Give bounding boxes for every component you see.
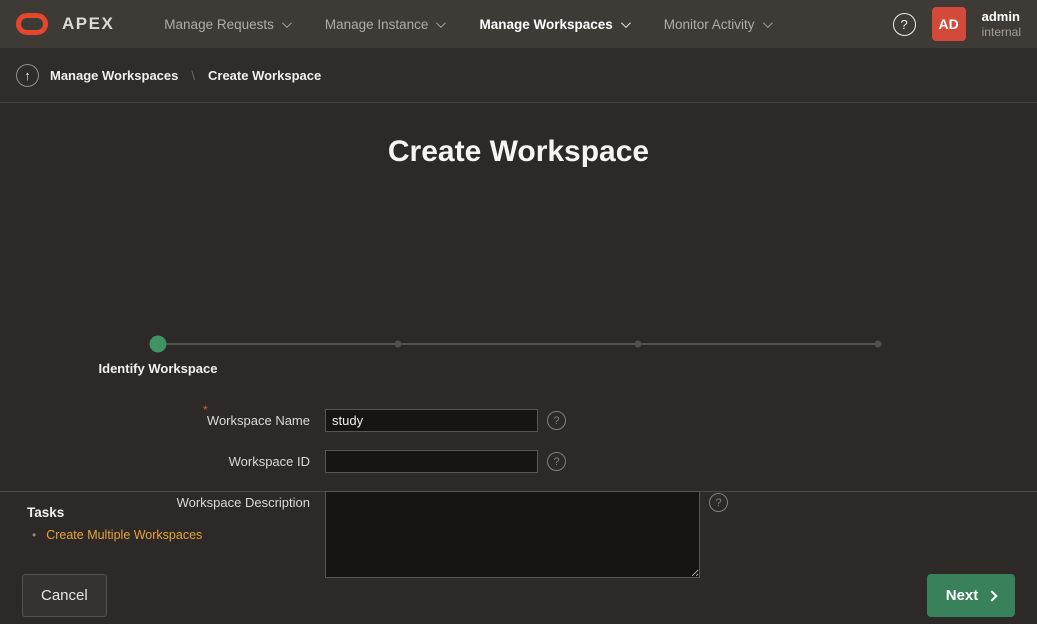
wizard-step-2 xyxy=(394,341,401,348)
top-navbar: APEX Manage Requests Manage Instance Man… xyxy=(0,0,1037,48)
workspace-description-help-icon[interactable]: ? xyxy=(709,493,728,512)
apex-brand[interactable]: APEX xyxy=(16,13,114,35)
breadcrumb: ↑ Manage Workspaces \ Create Workspace xyxy=(0,48,1037,103)
nav-item-label: Monitor Activity xyxy=(664,17,755,32)
nav-item-label: Manage Instance xyxy=(325,17,429,32)
required-marker: * xyxy=(203,403,208,417)
oracle-logo-icon xyxy=(16,13,48,35)
wizard-step-1-current xyxy=(150,336,167,353)
workspace-description-label: Workspace Description xyxy=(177,495,310,510)
user-meta: admin internal xyxy=(982,9,1021,39)
nav-item-manage-workspaces[interactable]: Manage Workspaces xyxy=(461,0,645,48)
brand-label: APEX xyxy=(62,14,114,34)
breadcrumb-parent[interactable]: Manage Workspaces xyxy=(50,68,178,83)
workspace-name-input[interactable] xyxy=(325,409,538,432)
workspace-description-label-cell: Workspace Description xyxy=(0,491,310,510)
wizard-step-3 xyxy=(634,341,641,348)
user-name: admin xyxy=(982,9,1021,25)
breadcrumb-separator: \ xyxy=(191,68,195,83)
chevron-down-icon xyxy=(621,18,631,28)
workspace-name-label-cell: * Workspace Name xyxy=(0,409,310,428)
nav-item-monitor-activity[interactable]: Monitor Activity xyxy=(646,0,788,48)
nav-item-label: Manage Requests xyxy=(164,17,274,32)
chevron-down-icon xyxy=(282,18,292,28)
navbar-right: ? AD admin internal xyxy=(893,7,1021,41)
user-context: internal xyxy=(982,25,1021,39)
workspace-name-help-icon[interactable]: ? xyxy=(547,411,566,430)
chevron-down-icon xyxy=(436,18,446,28)
form-row-workspace-id: Workspace ID ? xyxy=(0,450,1037,473)
breadcrumb-current: Create Workspace xyxy=(208,68,321,83)
chevron-down-icon xyxy=(763,18,773,28)
main-content: Create Workspace Identify Workspace * Wo… xyxy=(0,103,1037,491)
workspace-id-input[interactable] xyxy=(325,450,538,473)
form-row-workspace-name: * Workspace Name ? xyxy=(0,409,1037,432)
nav-item-manage-requests[interactable]: Manage Requests xyxy=(146,0,307,48)
nav-item-manage-instance[interactable]: Manage Instance xyxy=(307,0,462,48)
help-glyph: ? xyxy=(553,415,559,427)
help-glyph: ? xyxy=(715,497,721,509)
help-glyph: ? xyxy=(553,456,559,468)
up-arrow-icon[interactable]: ↑ xyxy=(16,64,39,87)
wizard-step-4 xyxy=(875,341,882,348)
workspace-name-label: Workspace Name xyxy=(207,413,310,428)
wizard-progress: Identify Workspace xyxy=(158,343,878,389)
help-icon[interactable]: ? xyxy=(893,13,916,36)
nav-item-label: Manage Workspaces xyxy=(479,17,612,32)
workspace-id-help-icon[interactable]: ? xyxy=(547,452,566,471)
workspace-id-label: Workspace ID xyxy=(229,454,310,469)
wizard-step-label: Identify Workspace xyxy=(99,361,218,376)
avatar[interactable]: AD xyxy=(932,7,966,41)
avatar-initials: AD xyxy=(939,16,959,32)
form-row-workspace-description: Workspace Description ? xyxy=(0,491,1037,578)
create-workspace-form: * Workspace Name ? Workspace ID ? xyxy=(0,409,1037,596)
workspace-id-label-cell: Workspace ID xyxy=(0,450,310,469)
wizard-line xyxy=(158,343,878,345)
page-title: Create Workspace xyxy=(0,103,1037,169)
nav-menu: Manage Requests Manage Instance Manage W… xyxy=(146,0,787,48)
up-glyph: ↑ xyxy=(24,68,31,83)
workspace-description-textarea[interactable] xyxy=(325,491,700,578)
help-glyph: ? xyxy=(901,17,908,32)
